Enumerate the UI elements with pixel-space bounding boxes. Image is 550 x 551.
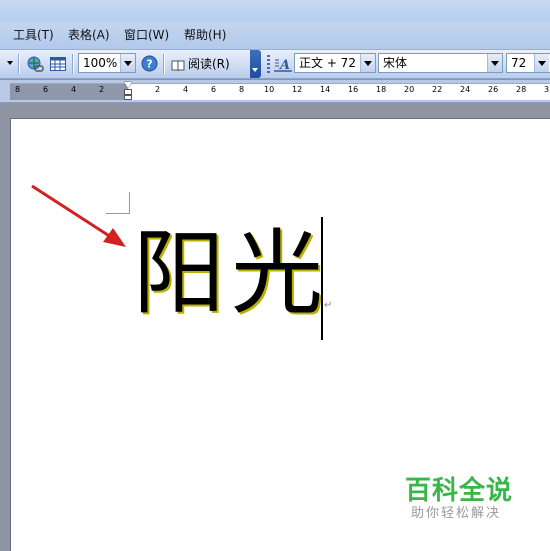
paragraph-mark: ↵ — [324, 300, 333, 311]
document-text[interactable]: 阳光 — [133, 224, 329, 324]
text-cursor — [321, 217, 323, 340]
watermark-subtitle: 助你轻松解决 — [411, 506, 502, 521]
